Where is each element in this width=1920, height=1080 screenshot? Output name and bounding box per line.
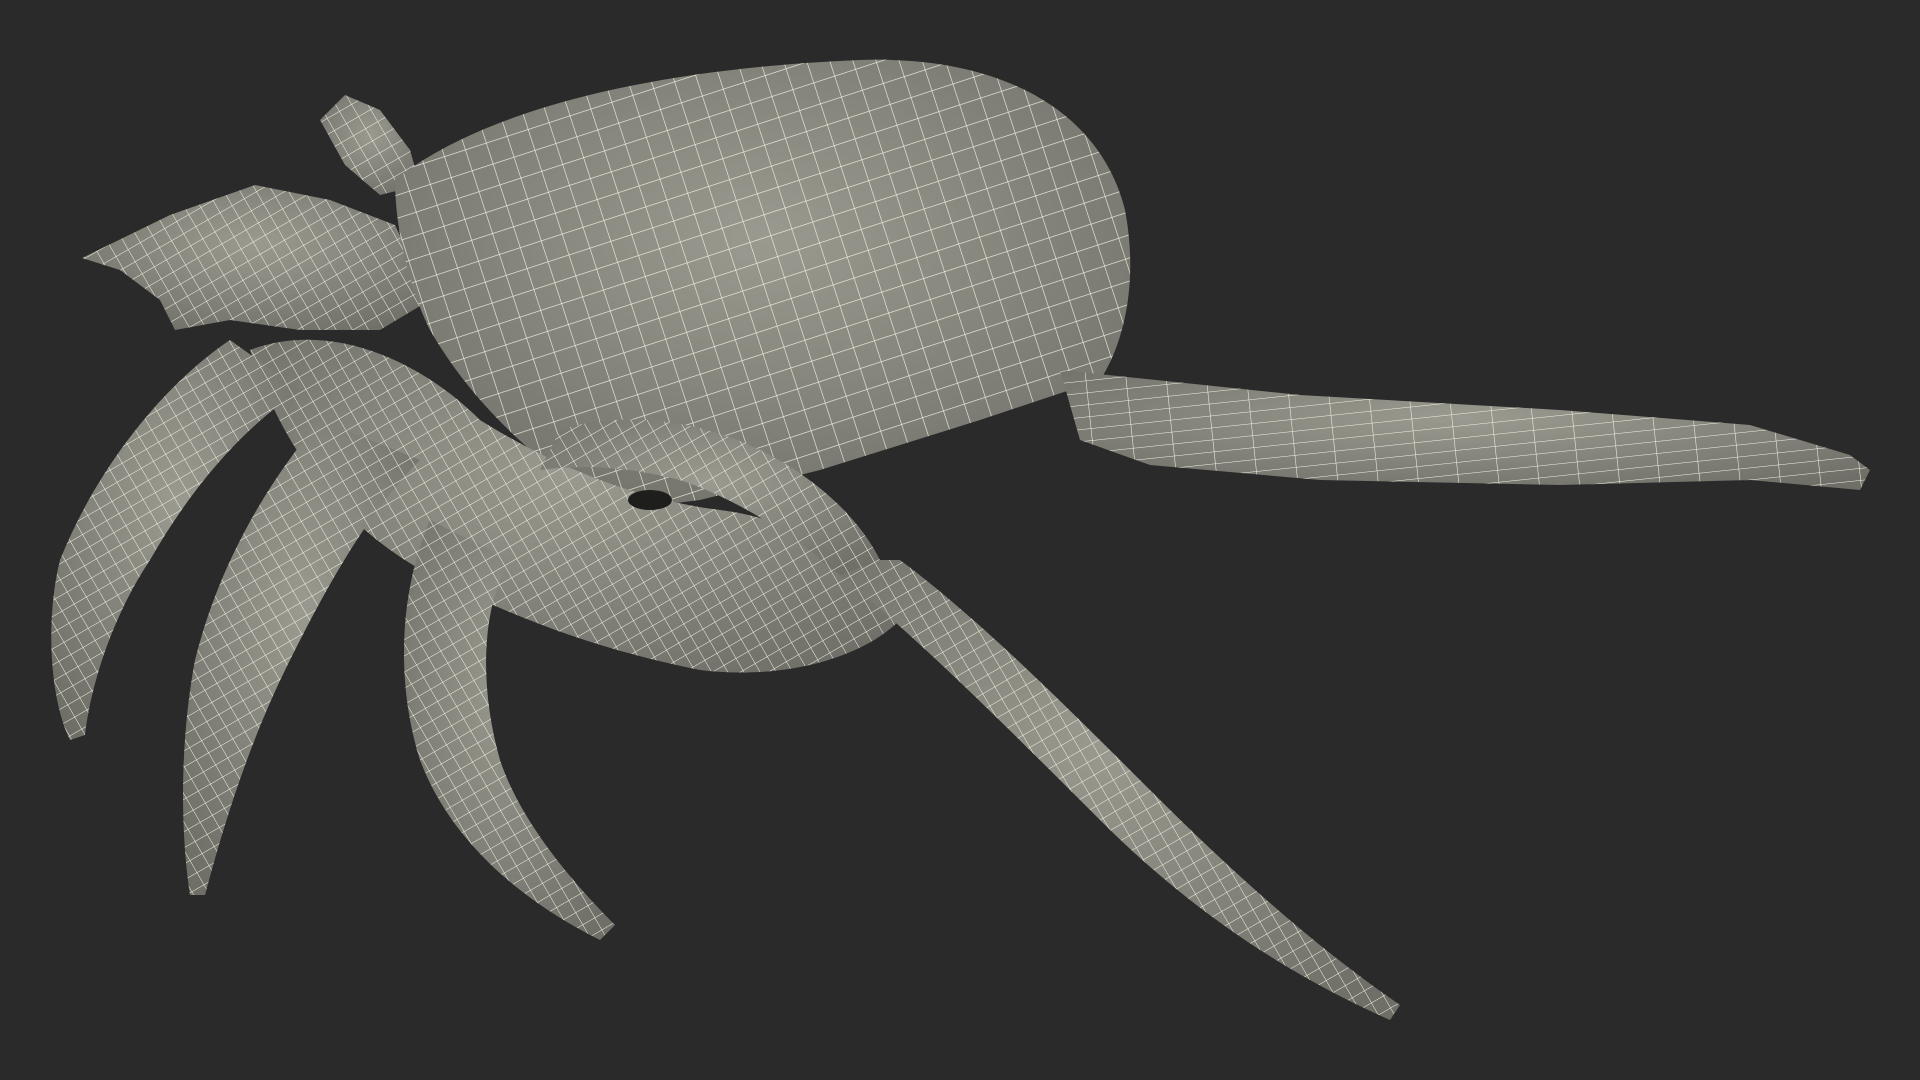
render-viewport bbox=[0, 0, 1920, 1080]
aperture-opening bbox=[628, 490, 672, 510]
spike-mid-left-mesh bbox=[183, 420, 420, 895]
siphon-spike-mesh bbox=[1060, 370, 1870, 490]
wireframe-shell-render bbox=[51, 59, 1870, 1020]
spike-lower-right-mesh bbox=[820, 560, 1400, 1020]
left-wing-mesh bbox=[82, 185, 430, 330]
